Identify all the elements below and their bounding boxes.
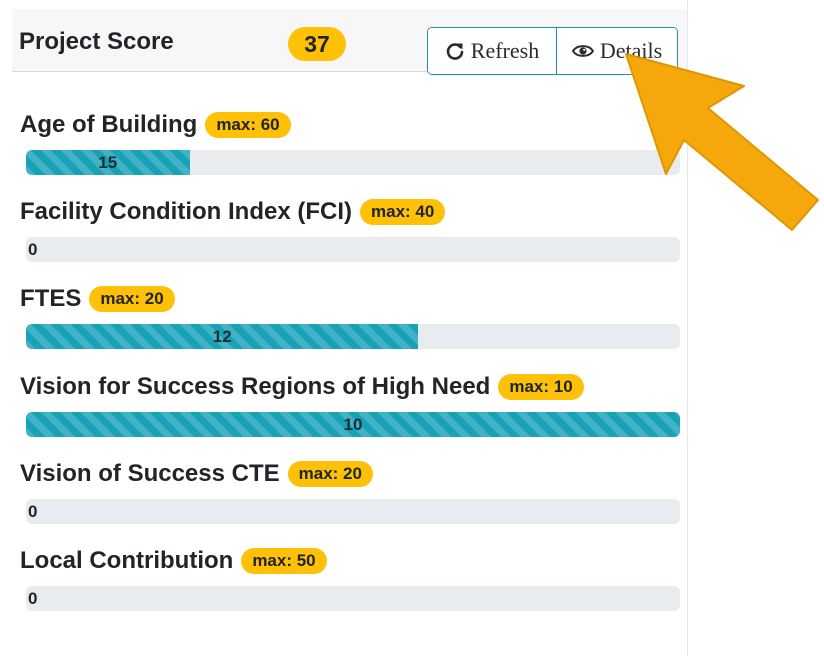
progress-bar: 0 [26, 586, 680, 611]
progress-value: 0 [28, 502, 38, 521]
page-title: Project Score [19, 28, 174, 55]
eye-icon [571, 43, 594, 59]
criterion-label: Vision of Success CTE [20, 460, 280, 487]
max-badge: max: 60 [205, 112, 291, 138]
criterion-label: Local Contribution [20, 547, 234, 574]
progress-fill: 15 [26, 150, 190, 175]
criterion-label: FTES [20, 285, 82, 312]
max-badge: max: 20 [287, 461, 373, 487]
criterion-label: Vision for Success Regions of High Need [20, 373, 491, 400]
max-badge: max: 50 [241, 548, 327, 574]
total-score-badge: 37 [288, 27, 346, 61]
progress-bar: 0 [26, 237, 680, 262]
progress-bar: 12 [26, 324, 680, 349]
progress-value: 0 [28, 589, 38, 608]
criterion-local-contribution: Local Contribution max: 50 0 [20, 545, 680, 611]
criterion-ftes: FTES max: 20 12 [20, 283, 680, 349]
refresh-icon [445, 41, 465, 61]
criterion-regions-high-need: Vision for Success Regions of High Need … [20, 371, 680, 437]
criterion-label: Age of Building [20, 111, 198, 138]
card-header: Project Score 37 Refresh Details [12, 9, 687, 75]
progress-bar: 0 [26, 499, 680, 524]
max-badge: max: 20 [89, 286, 175, 312]
criterion-fci: Facility Condition Index (FCI) max: 40 0 [20, 196, 680, 262]
refresh-label: Refresh [470, 38, 540, 63]
criterion-age-of-building: Age of Building max: 60 15 [20, 109, 680, 175]
progress-bar: 10 [26, 412, 680, 437]
criterion-label: Facility Condition Index (FCI) [20, 198, 352, 225]
criterion-cte: Vision of Success CTE max: 20 0 [20, 458, 680, 524]
arrow-icon [625, 53, 819, 231]
refresh-button[interactable]: Refresh [428, 28, 556, 74]
progress-bar: 15 [26, 150, 680, 175]
max-badge: max: 10 [498, 374, 584, 400]
max-badge: max: 40 [360, 199, 446, 225]
progress-fill: 10 [26, 412, 680, 437]
project-score-card: Project Score 37 Refresh Details Age of … [12, 0, 688, 656]
progress-fill: 12 [26, 324, 419, 349]
progress-value: 0 [28, 240, 38, 259]
